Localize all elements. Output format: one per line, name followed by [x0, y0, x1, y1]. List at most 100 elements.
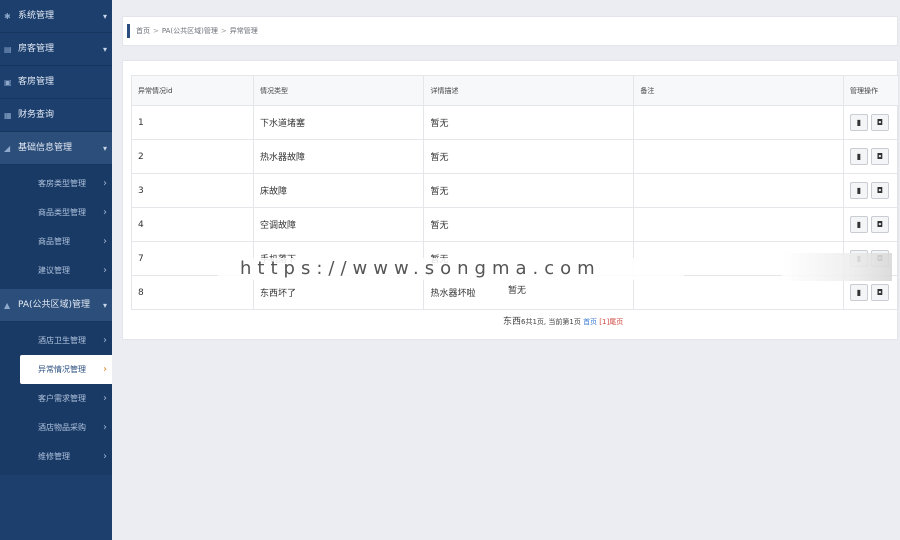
chevron-right-icon: › [103, 422, 107, 433]
bed-icon: ▣ [4, 78, 12, 87]
breadcrumb: 首页 > PA(公共区域)管理 > 异常管理 [122, 16, 898, 46]
menu-label: 客房管理 [18, 77, 55, 87]
col-desc: 详情描述 [423, 75, 635, 106]
sub-label: 酒店物品采购 [38, 423, 86, 432]
trash-icon[interactable]: ▮ [849, 114, 868, 131]
cell-id: 3 [131, 173, 254, 208]
sub-goods[interactable]: 商品管理 › [0, 227, 112, 256]
cell-desc: 暂无 [423, 173, 635, 208]
cell-id: 4 [131, 207, 254, 242]
sub-requests[interactable]: 客户需求管理 › [0, 384, 112, 413]
breadcrumb-separator: > [153, 27, 159, 35]
menu-label: 财务查询 [18, 110, 55, 120]
col-ops: 管理操作 [842, 75, 900, 106]
money-icon: ▦ [4, 111, 12, 120]
bell-icon[interactable]: ◘ [870, 148, 889, 165]
content-panel: 异常情况id 情况类型 详情描述 备注 管理操作 1 下水道堵塞 暂无 ▮ ◘ 2… [122, 60, 900, 340]
sub-exceptions[interactable]: 异常情况管理 › [20, 355, 112, 384]
submenu-pa-area: 酒店卫生管理 › 异常情况管理 › 客户需求管理 › 酒店物品采购 › 维修管理… [0, 322, 112, 475]
cell-note [633, 105, 844, 140]
chevron-right-icon: › [103, 451, 107, 462]
sub-room-type[interactable]: 客房类型管理 › [0, 169, 112, 198]
cell-ops: ▮◘ [842, 139, 900, 174]
bell-icon[interactable]: ◘ [870, 284, 889, 301]
table-row: 1 下水道堵塞 暂无 ▮ ◘ [131, 105, 900, 140]
users-icon: ▤ [4, 45, 12, 54]
table-row: 3 床故障 暂无 ▮ ◘ [131, 173, 900, 208]
sub-label: 客房类型管理 [38, 179, 86, 188]
sub-suggestions[interactable]: 建议管理 › [0, 256, 112, 285]
menu-rooms[interactable]: ▣ 客房管理 [0, 66, 112, 99]
pager-first-link[interactable]: 首页 [583, 318, 597, 326]
sub-label: 商品管理 [38, 237, 70, 246]
cell-note [633, 207, 844, 242]
menu-label: 系统管理 [18, 11, 55, 21]
pager-current-page[interactable]: [1] [599, 318, 609, 326]
chevron-right-icon: › [103, 265, 107, 276]
cell-desc: 暂无 [423, 139, 635, 174]
cell-desc: 暂无 [423, 105, 635, 140]
cell-type: 下水道堵塞 [252, 105, 425, 140]
sub-label: 酒店卫生管理 [38, 336, 86, 345]
cell-ops: ▮◘ [842, 207, 900, 242]
table-header-row: 异常情况id 情况类型 详情描述 备注 管理操作 [131, 75, 900, 106]
cell-note [633, 139, 844, 174]
chevron-right-icon: › [103, 236, 107, 247]
sub-label: 建议管理 [38, 266, 70, 275]
bell-icon[interactable]: ◘ [870, 182, 889, 199]
chevron-right-icon: › [103, 207, 107, 218]
table-row: 2 热水器故障 暂无 ▮ ◘ [131, 139, 900, 174]
menu-guests[interactable]: ▤ 房客管理 ▾ [0, 33, 112, 66]
col-id: 异常情况id [131, 75, 254, 106]
menu-label: PA(公共区域)管理 [18, 300, 91, 310]
floating-text: 暂无 [508, 286, 527, 296]
pager-last-link[interactable]: 尾页 [609, 318, 623, 326]
trash-icon[interactable]: ▮ [849, 148, 868, 165]
sub-repair[interactable]: 维修管理 › [0, 442, 112, 471]
breadcrumb-pa[interactable]: PA(公共区域)管理 [162, 26, 218, 36]
chevron-down-icon: ▾ [102, 12, 107, 21]
pagination: 东西6共1页, 当前第1页 首页 [1]尾页 [503, 314, 623, 327]
table-row: 4 空调故障 暂无 ▮ ◘ [131, 207, 900, 242]
col-note: 备注 [633, 75, 844, 106]
menu-system[interactable]: ✱ 系统管理 ▾ [0, 0, 112, 33]
menu-label: 房客管理 [18, 44, 55, 54]
bell-icon[interactable]: ◘ [870, 114, 889, 131]
pager-summary: 6共1页, 当前第1页 [521, 318, 581, 326]
cell-type: 东西坏了 [252, 275, 425, 310]
watermark: https://www.songma.com [218, 258, 684, 280]
cell-desc: 热水器坏啦 [423, 275, 635, 310]
cell-type: 空调故障 [252, 207, 425, 242]
cell-id: 8 [131, 275, 254, 310]
chevron-right-icon: › [103, 335, 107, 346]
menu-finance[interactable]: ▦ 财务查询 [0, 99, 112, 132]
cell-id: 2 [131, 139, 254, 174]
menu-pa-area[interactable]: ▲ PA(公共区域)管理 ▾ [0, 289, 112, 322]
bell-icon[interactable]: ◘ [870, 216, 889, 233]
sub-label: 商品类型管理 [38, 208, 86, 217]
sub-goods-type[interactable]: 商品类型管理 › [0, 198, 112, 227]
sub-hygiene[interactable]: 酒店卫生管理 › [0, 326, 112, 355]
chevron-down-icon: ▾ [102, 301, 107, 310]
breadcrumb-home[interactable]: 首页 [136, 26, 150, 36]
cell-ops: ▮◘ [842, 173, 900, 208]
pager-prefix: 东西 [503, 317, 522, 327]
menu-label: 基础信息管理 [18, 143, 73, 153]
sub-label: 维修管理 [38, 452, 70, 461]
chevron-right-icon: › [103, 178, 107, 189]
chevron-right-icon: › [103, 393, 107, 404]
menu-basic-info[interactable]: ◢ 基础信息管理 ▾ [0, 132, 112, 165]
area-icon: ▲ [4, 301, 11, 310]
breadcrumb-marker [127, 24, 130, 38]
breadcrumb-current: 异常管理 [229, 27, 258, 35]
sub-purchase[interactable]: 酒店物品采购 › [0, 413, 112, 442]
gear-icon: ✱ [4, 12, 11, 21]
blur-patch [782, 253, 892, 281]
trash-icon[interactable]: ▮ [849, 284, 868, 301]
trash-icon[interactable]: ▮ [849, 216, 868, 233]
chevron-down-icon: ▾ [102, 144, 107, 153]
submenu-basic-info: 客房类型管理 › 商品类型管理 › 商品管理 › 建议管理 › [0, 165, 112, 289]
sidebar: ✱ 系统管理 ▾ ▤ 房客管理 ▾ ▣ 客房管理 ▦ 财务查询 ◢ 基础信息管理… [0, 0, 112, 540]
cell-type: 床故障 [252, 173, 425, 208]
trash-icon[interactable]: ▮ [849, 182, 868, 199]
